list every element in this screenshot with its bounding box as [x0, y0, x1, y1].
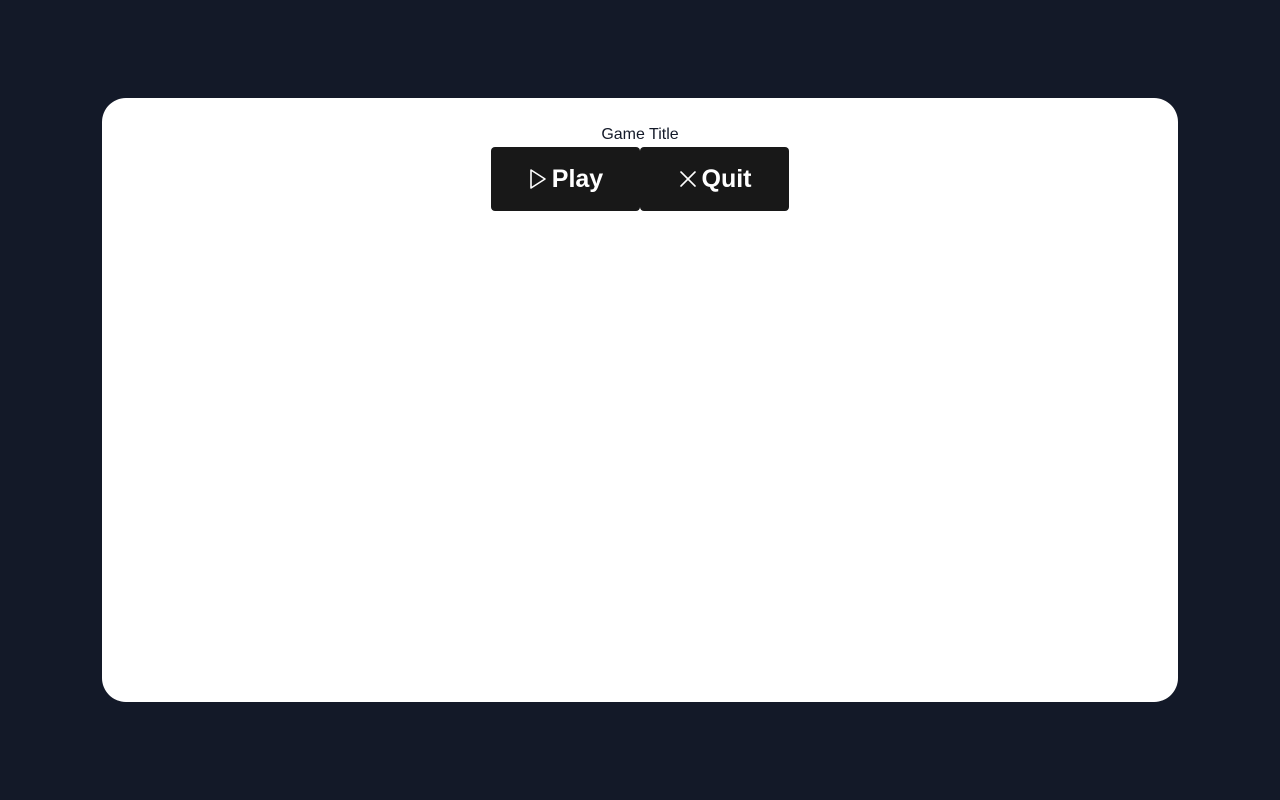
game-title: Game Title	[601, 126, 679, 143]
game-card: Game Title Play Quit	[102, 98, 1178, 702]
play-button[interactable]: Play	[491, 147, 640, 211]
quit-button-label: Quit	[701, 165, 752, 193]
quit-button[interactable]: Quit	[640, 147, 789, 211]
play-icon	[528, 168, 548, 190]
app-background: Game Title Play Quit	[0, 0, 1280, 800]
play-button-label: Play	[551, 165, 604, 193]
main-menu: Play Quit	[491, 147, 789, 211]
close-icon	[678, 168, 698, 190]
